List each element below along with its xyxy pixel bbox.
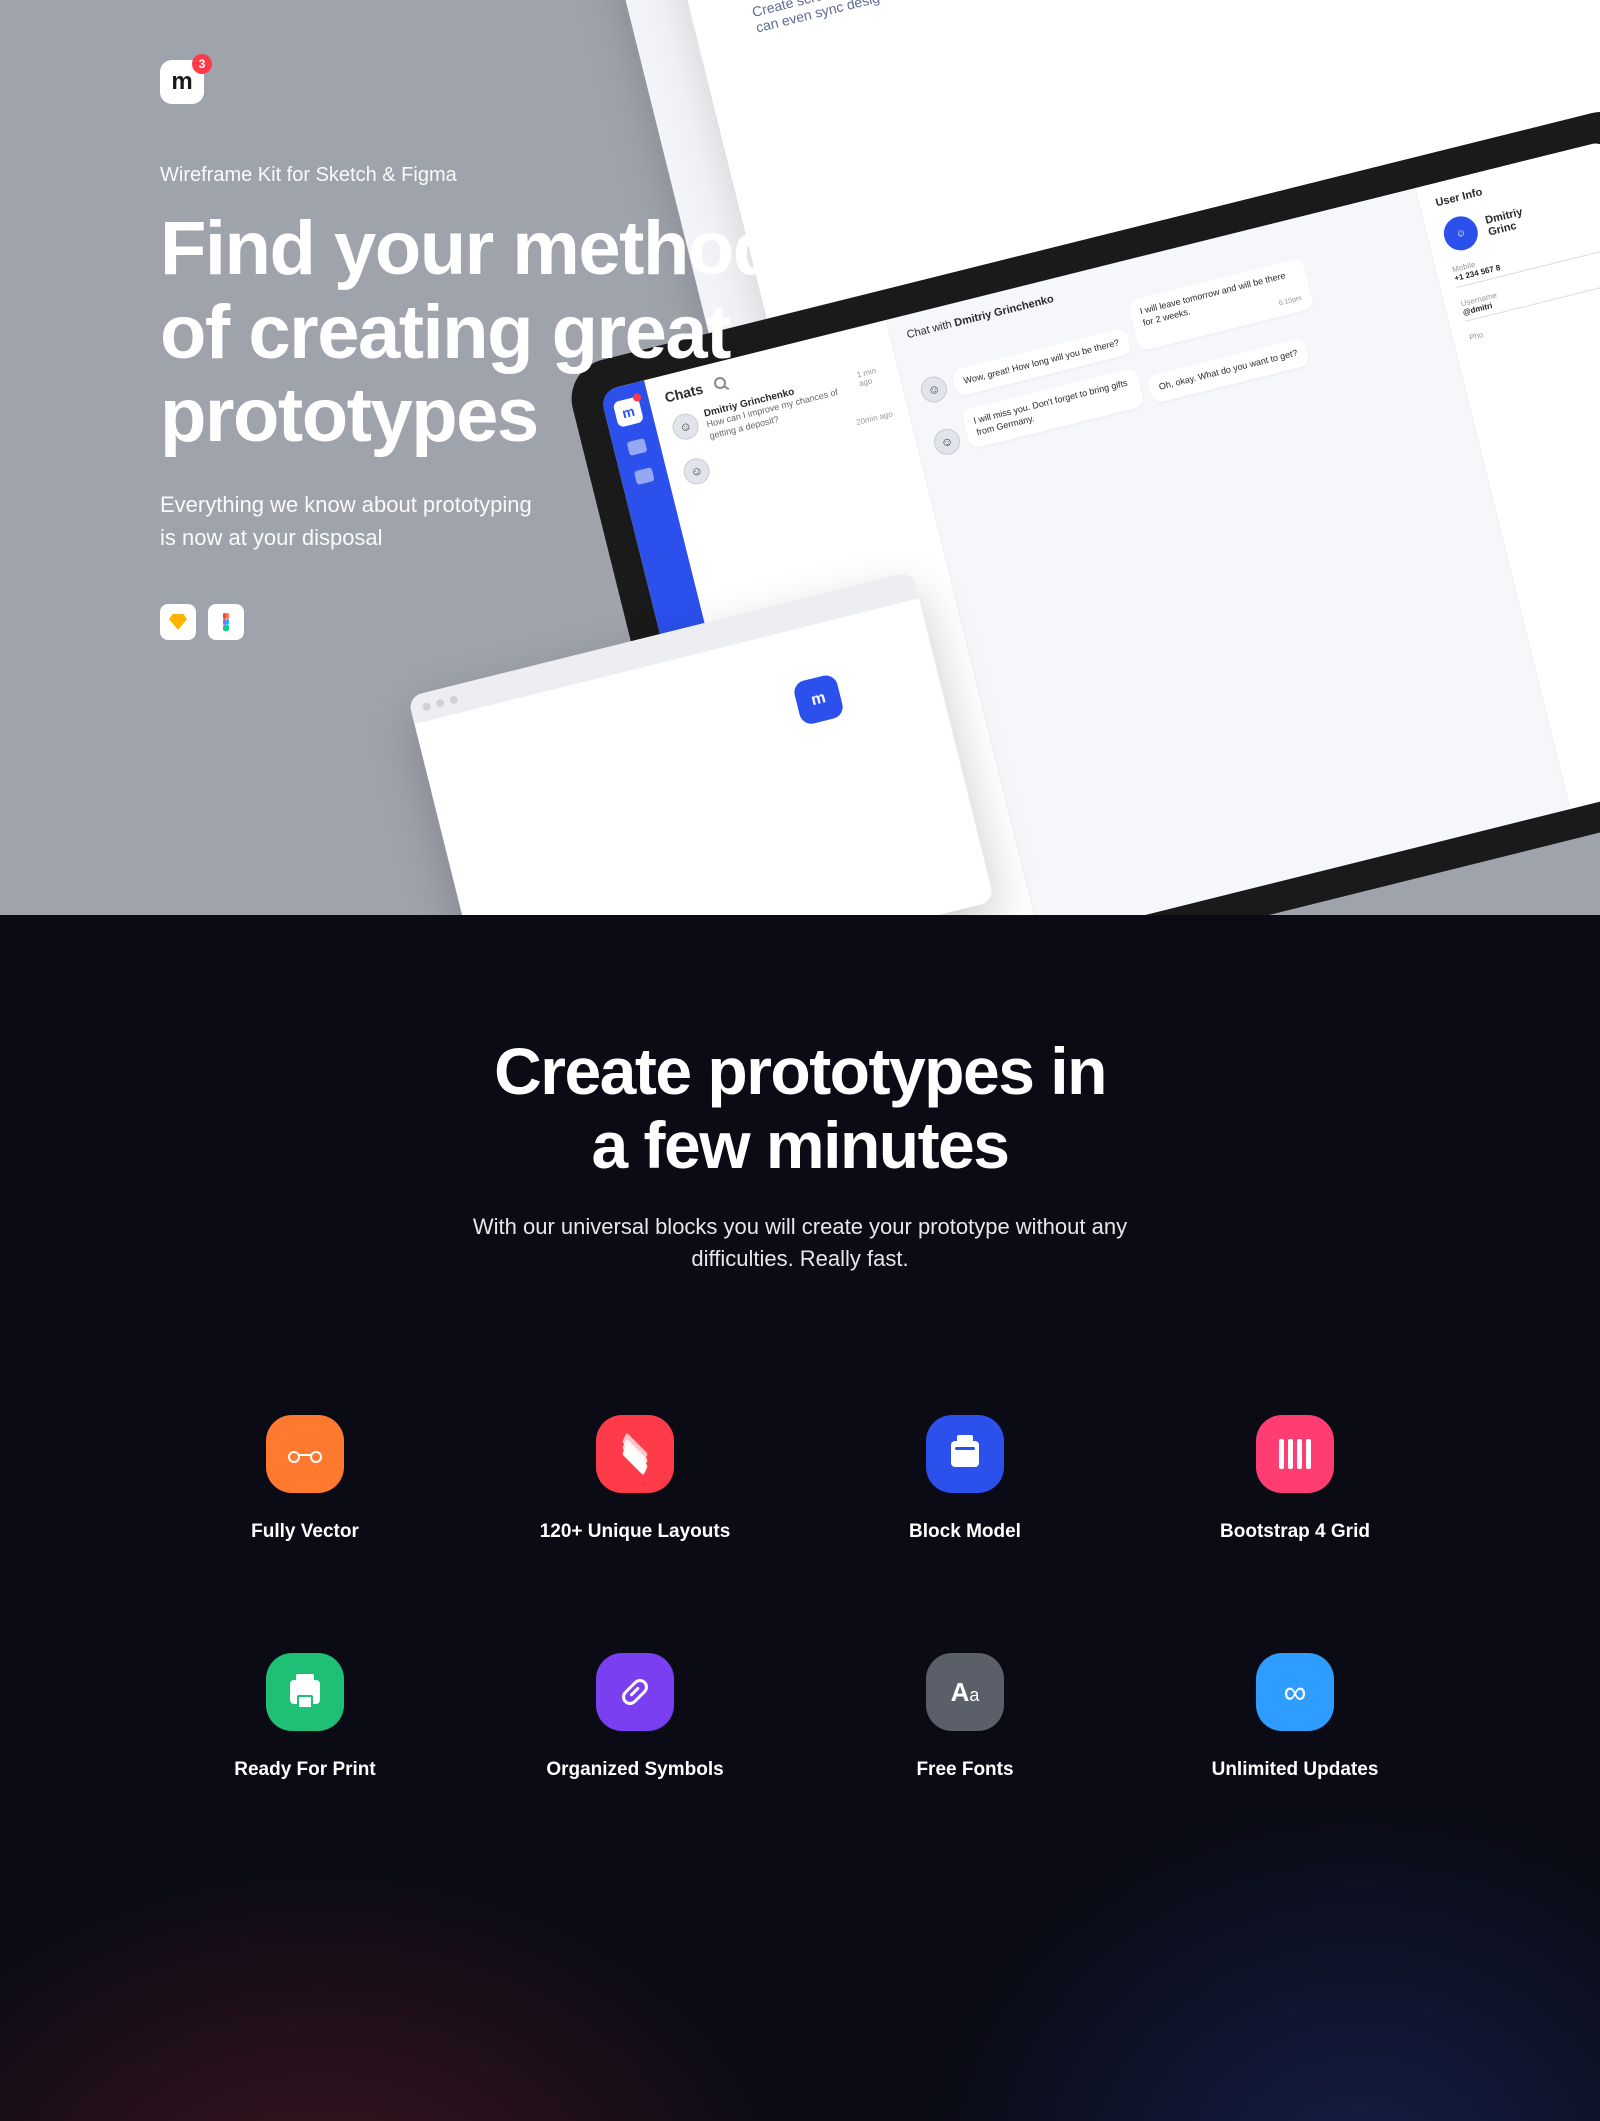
figma-icon <box>208 604 244 640</box>
feature-label: 120+ Unique Layouts <box>490 1521 780 1543</box>
hero-title-line: of creating great <box>160 290 730 375</box>
feature-item: Aa Free Fonts <box>820 1653 1110 1781</box>
feature-layers-icon <box>596 1415 674 1493</box>
feature-label: Bootstrap 4 Grid <box>1150 1521 1440 1543</box>
chat-item-time: 1 min ago <box>856 365 889 404</box>
features-lead: With our universal blocks you will creat… <box>450 1211 1150 1275</box>
mini-window-logo: m <box>792 673 845 726</box>
feature-item: Bootstrap 4 Grid <box>1150 1415 1440 1543</box>
hero-copy: m 3 Wireframe Kit for Sketch & Figma Fin… <box>160 60 778 640</box>
feature-label: Unlimited Updates <box>1150 1759 1440 1781</box>
mock-landing-body: Create screens directly in Method or add… <box>750 0 1107 35</box>
feature-label: Fully Vector <box>160 1521 450 1543</box>
feature-label: Ready For Print <box>160 1759 450 1781</box>
feature-item: Block Model <box>820 1415 1110 1543</box>
hero-section: m 3 Wireframe Kit for Sketch & Figma Fin… <box>0 0 1600 915</box>
feature-node-icon <box>266 1415 344 1493</box>
feature-item: 120+ Unique Layouts <box>490 1415 780 1543</box>
hero-kicker: Wireframe Kit for Sketch & Figma <box>160 164 778 187</box>
hero-title: Find your method of creating great proto… <box>160 207 778 458</box>
feature-item: Ready For Print <box>160 1653 450 1781</box>
hero-subtitle: Everything we know about prototyping is … <box>160 488 778 554</box>
features-title: Create prototypes in a few minutes <box>160 1035 1440 1183</box>
chat-item-time: 20min ago <box>855 410 898 444</box>
features-title-line: a few minutes <box>592 1108 1009 1182</box>
features-title-line: Create prototypes in <box>494 1034 1106 1108</box>
avatar-icon: ☺ <box>931 426 963 458</box>
feature-block-icon <box>926 1415 1004 1493</box>
feature-label: Organized Symbols <box>490 1759 780 1781</box>
tool-chips <box>160 604 778 640</box>
hero-title-line: prototypes <box>160 373 538 458</box>
feature-print-icon <box>266 1653 344 1731</box>
feature-link-icon <box>596 1653 674 1731</box>
features-section: Create prototypes in a few minutes With … <box>0 915 1600 2121</box>
feature-grid-icon <box>1256 1415 1334 1493</box>
hero-title-line: Find your method <box>160 206 778 291</box>
user-avatar-icon: ☺ <box>1440 213 1481 254</box>
message-bubble: Oh, okay. What do you want to get? <box>1146 338 1310 404</box>
sketch-icon <box>160 604 196 640</box>
feature-item: ∞ Unlimited Updates <box>1150 1653 1440 1781</box>
brand-logo: m 3 <box>160 60 204 104</box>
feature-font-icon: Aa <box>926 1653 1004 1731</box>
features-grid: Fully Vector 120+ Unique Layouts Block Mod… <box>160 1415 1440 1781</box>
avatar-icon: ☺ <box>918 374 950 406</box>
feature-item: Fully Vector <box>160 1415 450 1543</box>
brand-logo-badge: 3 <box>192 54 212 74</box>
feature-inf-icon: ∞ <box>1256 1653 1334 1731</box>
hero-sub-line: Everything we know about prototyping <box>160 492 532 517</box>
feature-item: Organized Symbols <box>490 1653 780 1781</box>
brand-logo-letter: m <box>171 68 192 95</box>
hero-sub-line: is now at your disposal <box>160 525 383 550</box>
feature-label: Free Fonts <box>820 1759 1110 1781</box>
feature-label: Block Model <box>820 1521 1110 1543</box>
